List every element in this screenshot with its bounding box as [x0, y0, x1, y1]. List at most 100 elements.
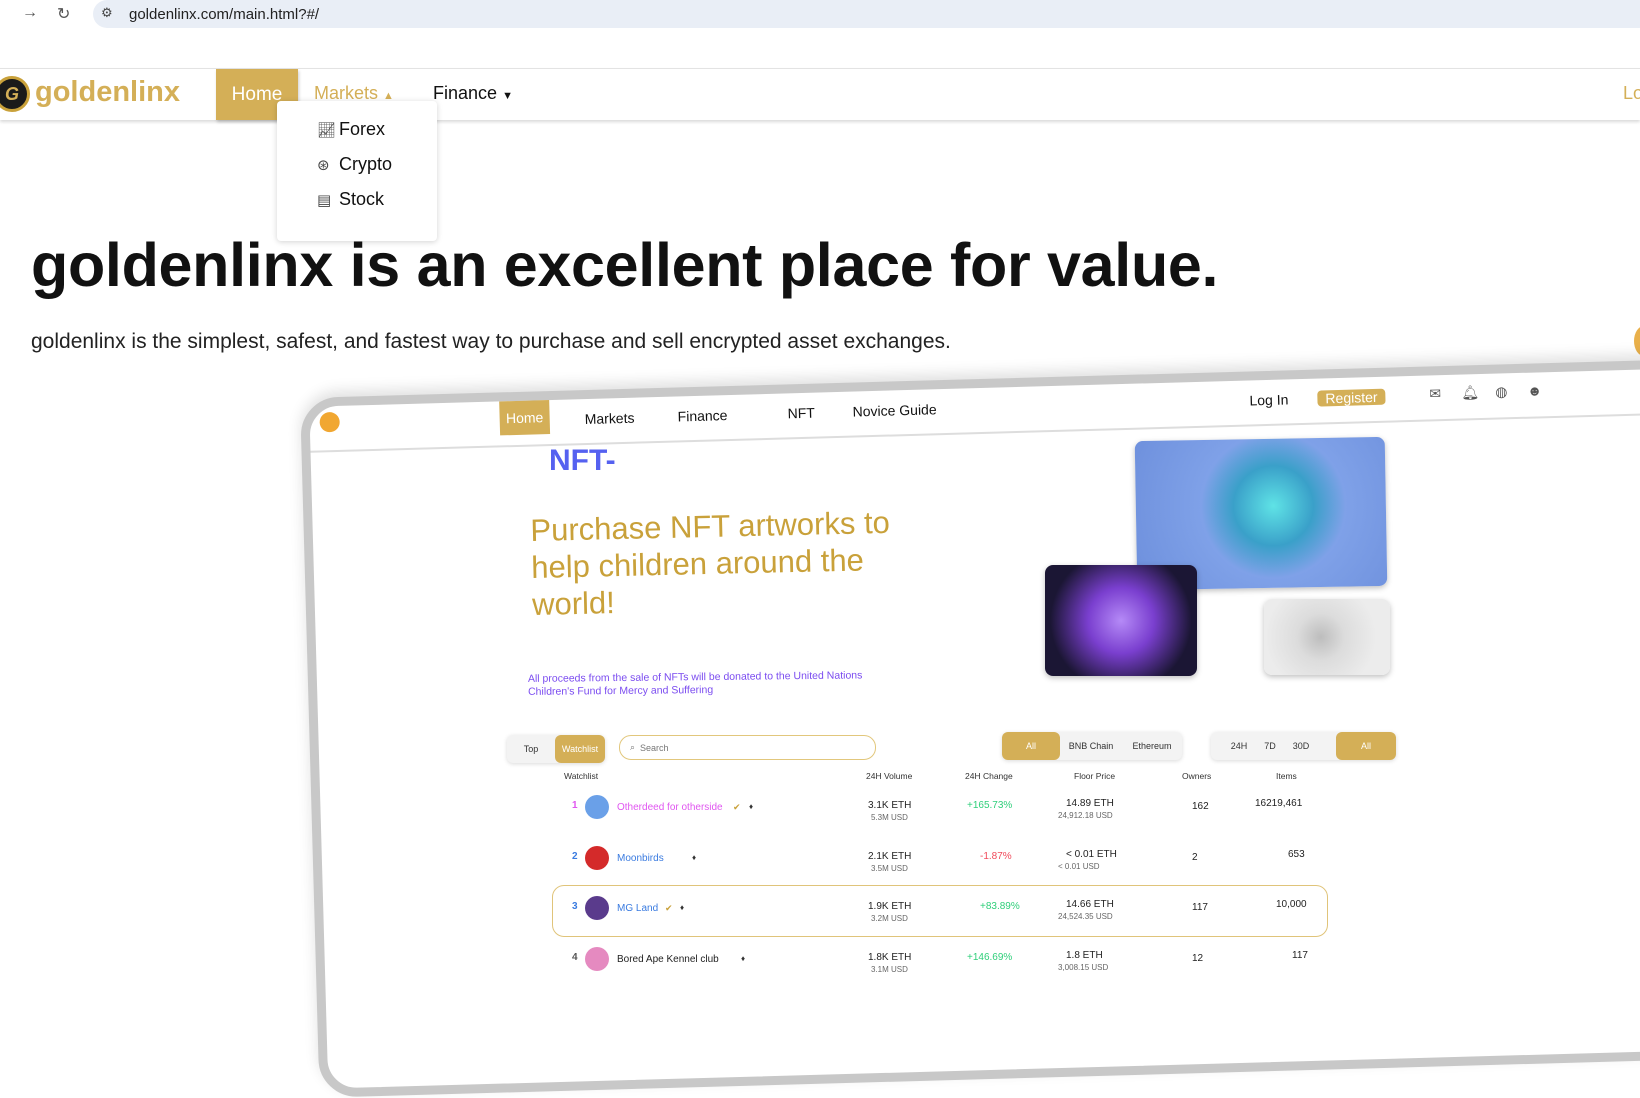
collection-avatar — [585, 846, 609, 870]
row-floor: 1.8 ETH — [1066, 950, 1103, 961]
time-filter: 24H 7D 30D All — [1211, 732, 1396, 760]
row-volume: 1.9K ETH — [868, 901, 912, 912]
user-icon: ☻ — [1527, 382, 1543, 399]
row-owners: 162 — [1192, 801, 1209, 812]
markets-dropdown: 📈︎ Forex ⊛ Crypto ▤ Stock — [277, 101, 437, 241]
chain-ethereum: Ethereum — [1132, 741, 1172, 751]
row-owners: 2 — [1192, 852, 1198, 863]
row-floor: 14.89 ETH — [1066, 798, 1114, 809]
logo-mark-text: G — [4, 83, 19, 104]
ethereum-icon: ♦ — [692, 853, 697, 862]
url-text: goldenlinx.com/main.html?#/ — [129, 5, 320, 23]
row-change: +165.73% — [967, 800, 1013, 811]
row-volume-usd: 5.3M USD — [871, 813, 908, 822]
stock-document-icon: ▤ — [317, 191, 332, 209]
logo[interactable]: goldenlinx — [35, 76, 180, 109]
hero-subtitle: goldenlinx is the simplest, safest, and … — [31, 330, 951, 353]
mockup-nav-finance: Finance — [677, 407, 728, 425]
row-volume: 3.1K ETH — [868, 800, 912, 811]
verified-icon: ✔︎ — [665, 903, 673, 913]
mockup-nav-login: Log In — [1249, 391, 1289, 409]
mockup-nav-register: Register — [1317, 388, 1386, 407]
row-owners: 12 — [1192, 953, 1204, 964]
verified-icon: ✔︎ — [733, 802, 741, 812]
row-rank: 3 — [572, 901, 578, 912]
menu-item-forex[interactable]: 📈︎ Forex — [317, 119, 385, 140]
col-volume: 24H Volume — [866, 771, 913, 781]
nft-headline: Purchase NFT artworks to help children a… — [530, 504, 891, 622]
nav-finance[interactable]: Finance ▼ — [433, 83, 513, 104]
search-placeholder: Search — [640, 742, 669, 753]
row-items: 16219,461 — [1255, 798, 1303, 809]
row-volume-usd: 3.2M USD — [871, 914, 908, 923]
coin-icon: ⊛ — [317, 156, 330, 174]
mockup-logo-icon — [319, 411, 340, 433]
menu-item-label: Forex — [339, 119, 386, 139]
mockup-nav-markets: Markets — [584, 409, 635, 428]
collection-avatar — [585, 896, 609, 920]
chain-bnb: BNB Chain — [1068, 741, 1114, 751]
ethereum-icon: ♦ — [749, 802, 754, 811]
collection-name: MG Land — [617, 903, 659, 914]
chain-all: All — [1002, 732, 1060, 760]
row-change: -1.87% — [980, 851, 1012, 862]
floating-button[interactable] — [1634, 326, 1640, 356]
chart-icon: 📈︎ — [317, 121, 337, 139]
row-rank: 4 — [572, 952, 578, 963]
nft-image-purple-skeleton — [1045, 565, 1197, 676]
menu-item-stock[interactable]: ▤ Stock — [317, 189, 384, 210]
ethereum-icon: ♦ — [680, 903, 685, 912]
time-30d: 30D — [1292, 741, 1310, 751]
bell-icon: 🔔︎ — [1461, 384, 1480, 401]
row-rank: 2 — [572, 851, 578, 862]
time-7d: 7D — [1264, 741, 1276, 751]
chain-filter: All BNB Chain Ethereum — [1002, 732, 1182, 760]
nav-markets-label: Markets — [314, 83, 379, 103]
collection-name: Moonbirds — [617, 853, 664, 864]
row-change: +146.69% — [967, 952, 1013, 963]
col-watchlist: Watchlist — [564, 771, 599, 781]
reload-icon[interactable]: ↻ — [57, 4, 70, 24]
caret-down-icon: ▼ — [502, 90, 513, 102]
col-items: Items — [1276, 771, 1297, 781]
row-volume: 1.8K ETH — [868, 952, 912, 963]
menu-item-label: Stock — [339, 189, 385, 209]
mockup-nav-home: Home — [499, 400, 551, 436]
collection-name: Bored Ape Kennel club — [617, 954, 719, 965]
mockup-navbar: Home Markets Finance NFT Novice Guide Lo… — [309, 368, 1640, 453]
search-icon: ⌕ — [630, 742, 636, 752]
nav-finance-label: Finance — [433, 83, 498, 103]
col-floor: Floor Price — [1074, 771, 1116, 781]
forward-icon[interactable]: → — [22, 4, 38, 22]
menu-item-label: Crypto — [339, 154, 393, 174]
row-rank: 1 — [572, 800, 578, 811]
device-mockup: Home Markets Finance NFT Novice Guide Lo… — [300, 359, 1640, 1098]
nav-login[interactable]: Lo — [1623, 83, 1640, 104]
row-items: 117 — [1292, 950, 1308, 961]
nft-image-silver-sculpture — [1264, 599, 1390, 675]
row-owners: 117 — [1192, 902, 1208, 913]
hero-title: goldenlinx is an excellent place for val… — [31, 231, 1219, 299]
row-floor: < 0.01 ETH — [1066, 849, 1117, 860]
collection-name: Otherdeed for otherside — [617, 802, 723, 813]
row-floor-usd: < 0.01 USD — [1058, 862, 1100, 871]
address-bar[interactable]: goldenlinx.com/main.html?#/ — [93, 0, 1640, 28]
ethereum-icon: ♦ — [741, 954, 746, 963]
row-floor-usd: 24,524.35 USD — [1058, 912, 1113, 921]
collection-avatar — [585, 947, 609, 971]
row-floor-usd: 3,008.15 USD — [1058, 963, 1109, 972]
site-settings-icon[interactable]: ⚙ — [101, 5, 113, 21]
row-volume: 2.1K ETH — [868, 851, 912, 862]
nft-title: NFT- — [549, 444, 616, 477]
mockup-search-input: ⌕ Search — [619, 735, 876, 760]
menu-item-crypto[interactable]: ⊛ Crypto — [317, 154, 392, 175]
mockup-nav-novice: Novice Guide — [852, 401, 937, 420]
collection-avatar — [585, 795, 609, 819]
tab-watchlist: Watchlist — [555, 735, 605, 763]
nft-caption: All proceeds from the sale of NFTs will … — [527, 669, 863, 698]
mail-icon: ✉ — [1429, 385, 1442, 402]
col-owners: Owners — [1182, 771, 1212, 781]
row-change: +83.89% — [980, 901, 1020, 912]
time-24h: 24H — [1230, 741, 1248, 751]
col-change: 24H Change — [965, 771, 1013, 781]
